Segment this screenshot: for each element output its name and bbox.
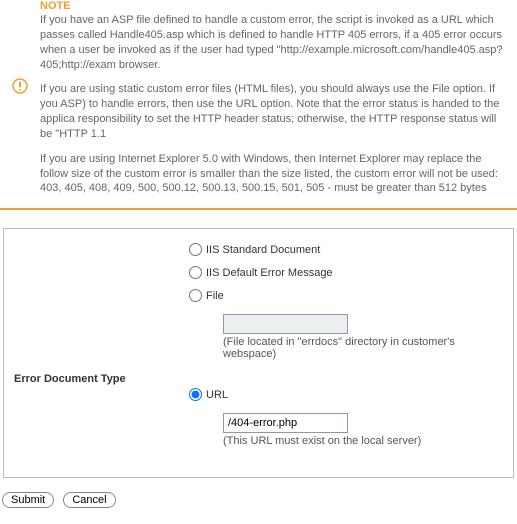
note-title: NOTE <box>40 0 511 12</box>
note-box: NOTE If you have an ASP file defined to … <box>0 0 517 210</box>
radio-file[interactable] <box>189 289 202 302</box>
url-input[interactable] <box>223 413 348 433</box>
file-hint: (File located in "errdocs" directory in … <box>223 336 503 360</box>
note-paragraph: If you are using static custom error fil… <box>40 82 511 141</box>
option-label: File <box>206 290 224 302</box>
radio-iis-standard[interactable] <box>189 243 202 256</box>
option-label: IIS Standard Document <box>206 244 320 256</box>
options-column: IIS Standard Document IIS Default Error … <box>189 243 503 447</box>
option-label: URL <box>206 389 228 401</box>
note-paragraph: If you have an ASP file defined to handl… <box>40 13 511 72</box>
submit-button[interactable]: Submit <box>2 492 54 508</box>
warning-icon <box>12 78 28 94</box>
radio-url[interactable] <box>189 388 202 401</box>
radio-iis-default[interactable] <box>189 266 202 279</box>
note-text: If you have an ASP file defined to handl… <box>40 13 511 196</box>
option-label: IIS Default Error Message <box>206 267 333 279</box>
url-hint: (This URL must exist on the local server… <box>223 435 503 447</box>
cancel-button[interactable]: Cancel <box>63 492 115 508</box>
error-document-panel: Error Document Type IIS Standard Documen… <box>3 228 514 478</box>
option-file[interactable]: File <box>189 289 503 302</box>
note-paragraph: If you are using Internet Explorer 5.0 w… <box>40 152 511 197</box>
option-iis-default[interactable]: IIS Default Error Message <box>189 266 503 279</box>
option-url[interactable]: URL <box>189 388 503 401</box>
option-iis-standard[interactable]: IIS Standard Document <box>189 243 503 256</box>
button-bar: Submit Cancel <box>0 488 517 514</box>
section-label: Error Document Type <box>14 243 189 447</box>
file-input[interactable] <box>223 314 348 334</box>
